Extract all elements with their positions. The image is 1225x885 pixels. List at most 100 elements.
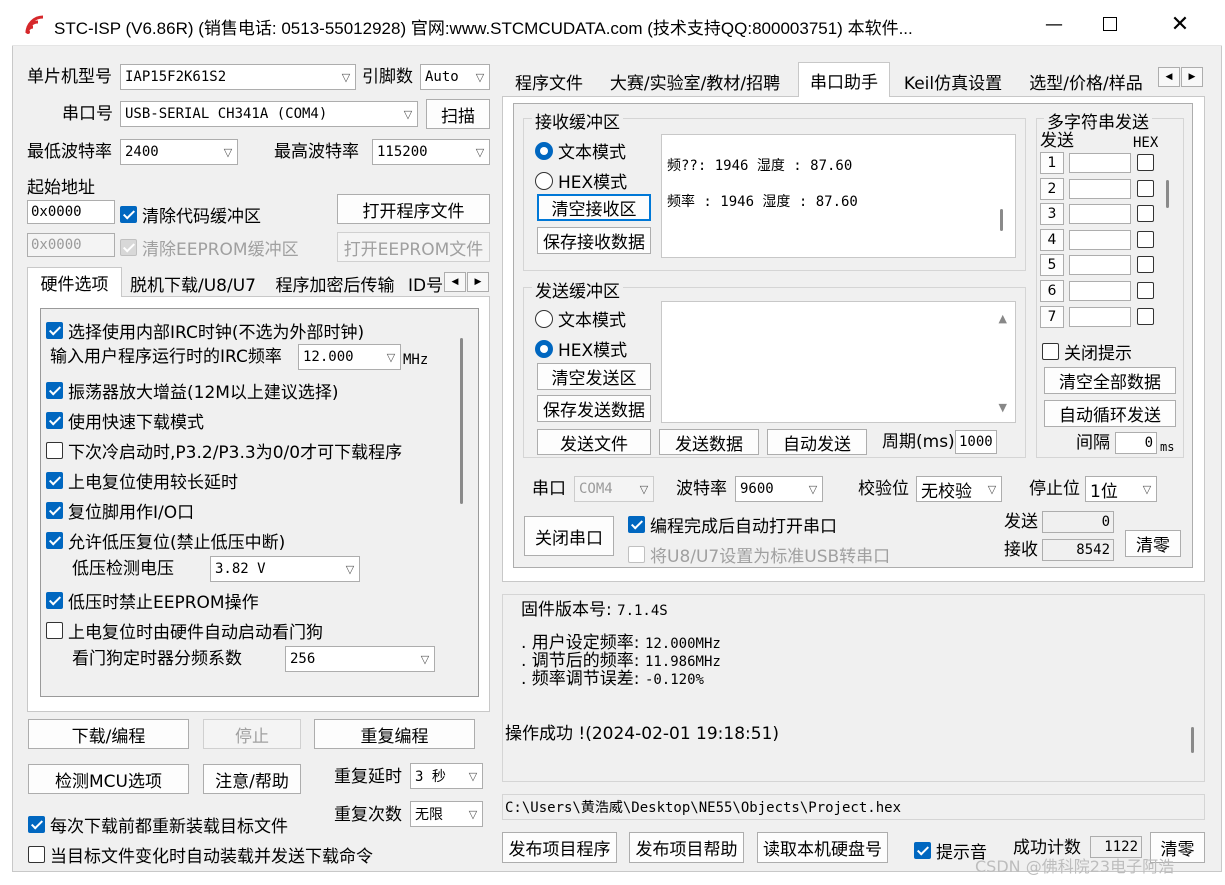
multi-send-row-6-input[interactable]: [1069, 281, 1131, 301]
receive-textarea[interactable]: 频??: 1946 湿度 : 87.60 频率 : 1946 湿度 : 87.6…: [661, 134, 1016, 258]
multi-send-row-6-button[interactable]: 6: [1040, 280, 1064, 302]
multi-send-row-7-input[interactable]: [1069, 306, 1131, 327]
multi-send-row-5-hex-checkbox[interactable]: [1137, 256, 1159, 274]
interval-input[interactable]: 0: [1115, 432, 1157, 454]
recv-hex-mode-radio[interactable]: HEX模式: [535, 168, 627, 193]
tab-hardware-options[interactable]: 硬件选项: [27, 267, 122, 297]
publish-program-button[interactable]: 发布项目程序: [502, 832, 617, 863]
minimize-button[interactable]: —: [1026, 2, 1082, 46]
multi-send-row-7-hex-checkbox[interactable]: [1137, 307, 1159, 325]
tab-serial-assistant[interactable]: 串口助手: [798, 62, 890, 97]
reset-pin-io-checkbox[interactable]: 复位脚用作I/O口: [46, 498, 194, 523]
clear-counters-button[interactable]: 清零: [1125, 530, 1181, 557]
low-voltage-reset-checkbox[interactable]: 允许低压复位(禁止低压中断): [46, 528, 285, 553]
download-program-button[interactable]: 下载/编程: [28, 719, 189, 749]
detect-mcu-button[interactable]: 检测MCU选项: [28, 764, 189, 794]
long-reset-delay-checkbox[interactable]: 上电复位使用较长延时: [46, 468, 238, 493]
close-window-button[interactable]: ✕: [1152, 2, 1208, 46]
publish-help-button[interactable]: 发布项目帮助: [629, 832, 744, 863]
send-text-mode-radio[interactable]: 文本模式: [535, 306, 626, 331]
min-baud-select[interactable]: 2400 ▽: [120, 139, 238, 165]
auto-reload-checkbox[interactable]: 当目标文件变化时自动装载并发送下载命令: [28, 842, 373, 867]
tab-selection-price[interactable]: 选型/价格/样品: [1016, 66, 1156, 96]
lv-disable-eeprom-checkbox[interactable]: 低压时禁止EEPROM操作: [46, 588, 259, 613]
clear-receive-button[interactable]: 清空接收区: [537, 194, 651, 221]
lv-detect-select[interactable]: 3.82 V ▽: [210, 556, 360, 582]
multi-send-row-4-hex-checkbox[interactable]: [1137, 230, 1159, 248]
tab-keil-sim[interactable]: Keil仿真设置: [894, 66, 1012, 96]
tab-scroll-right-icon[interactable]: ▶: [1181, 67, 1203, 87]
receive-scrollbar[interactable]: [1000, 209, 1003, 231]
help-button[interactable]: 注意/帮助: [203, 764, 301, 794]
irc-freq-select[interactable]: 12.000 ▽: [298, 344, 401, 370]
multi-send-row-3-hex-checkbox[interactable]: [1137, 205, 1159, 223]
reload-before-download-checkbox[interactable]: 每次下载前都重新装载目标文件: [28, 812, 288, 837]
internal-irc-checkbox[interactable]: 选择使用内部IRC时钟(不选为外部时钟): [46, 318, 364, 343]
wdt-prescaler-select[interactable]: 256 ▽: [285, 646, 435, 672]
maximize-button[interactable]: [1082, 2, 1138, 46]
open-program-file-button[interactable]: 打开程序文件: [337, 194, 490, 224]
auto-send-button[interactable]: 自动发送: [767, 429, 867, 455]
multi-send-row-2-button[interactable]: 2: [1040, 177, 1064, 200]
multi-send-row-2-hex-checkbox[interactable]: [1137, 179, 1159, 197]
recv-text-mode-radio[interactable]: 文本模式: [535, 138, 626, 163]
multi-send-row-1-input[interactable]: [1069, 153, 1131, 173]
close-tip-checkbox[interactable]: 关闭提示: [1042, 339, 1132, 364]
multi-send-row-2-input[interactable]: [1069, 178, 1131, 199]
save-send-button[interactable]: 保存发送数据: [537, 395, 651, 422]
tab-encrypt-transfer[interactable]: 程序加密后传输: [266, 268, 404, 298]
tab-scroll-right-icon[interactable]: ▶: [467, 272, 489, 292]
clear-eeprom-checkbox[interactable]: 清除EEPROM缓冲区: [120, 235, 299, 260]
multi-send-row-5-input[interactable]: [1069, 255, 1131, 276]
port-select[interactable]: USB-SERIAL CH341A (COM4) ▽: [120, 101, 418, 127]
scroll-down-icon[interactable]: ▼: [999, 401, 1007, 414]
auto-loop-send-button[interactable]: 自动循环发送: [1044, 400, 1176, 427]
period-input[interactable]: 1000: [955, 430, 997, 454]
parity-select[interactable]: 无校验 ▽: [916, 476, 1002, 502]
multi-send-row-4-input[interactable]: [1069, 229, 1131, 250]
send-hex-mode-radio[interactable]: HEX模式: [535, 336, 627, 361]
multi-string-scrollbar[interactable]: [1166, 180, 1169, 208]
mcu-type-select[interactable]: IAP15F2K61S2 ▽: [120, 64, 356, 90]
osc-gain-checkbox[interactable]: 振荡器放大增益(12M以上建议选择): [46, 378, 339, 403]
tab-scroll-left-icon[interactable]: ◀: [444, 272, 466, 292]
send-file-button[interactable]: 发送文件: [537, 429, 651, 455]
multi-send-row-3-input[interactable]: [1069, 204, 1131, 225]
watchdog-auto-checkbox[interactable]: 上电复位时由硬件自动启动看门狗: [46, 618, 323, 643]
serial-port-select[interactable]: COM4 ▽: [574, 476, 654, 502]
scroll-up-icon[interactable]: ▲: [999, 312, 1007, 325]
stop-bits-select[interactable]: 1位 ▽: [1085, 476, 1157, 502]
pins-select[interactable]: Auto ▽: [420, 64, 490, 90]
max-baud-select[interactable]: 115200 ▽: [372, 139, 490, 165]
multi-send-row-1-hex-checkbox[interactable]: [1137, 154, 1159, 171]
multi-send-row-3-button[interactable]: 3: [1040, 203, 1064, 226]
tab-scroll-left-icon[interactable]: ◀: [1158, 67, 1180, 87]
repeat-delay-select[interactable]: 3 秒 ▽: [410, 763, 483, 789]
tab-id-number[interactable]: ID号: [408, 268, 442, 298]
multi-send-row-7-button[interactable]: 7: [1040, 305, 1064, 328]
cold-start-checkbox[interactable]: 下次冷启动时,P3.2/P3.3为0/0才可下载程序: [46, 438, 402, 463]
send-data-button[interactable]: 发送数据: [659, 429, 759, 455]
multi-send-row-1-button[interactable]: 1: [1040, 152, 1064, 174]
close-serial-port-button[interactable]: 关闭串口: [524, 516, 614, 556]
read-disk-id-button[interactable]: 读取本机硬盘号: [757, 832, 888, 863]
repeat-program-button[interactable]: 重复编程: [314, 719, 475, 749]
repeat-count-select[interactable]: 无限 ▽: [410, 801, 483, 827]
clear-code-checkbox[interactable]: 清除代码缓冲区: [120, 202, 261, 227]
send-textarea[interactable]: ▲ ▼: [661, 301, 1016, 423]
multi-send-row-5-button[interactable]: 5: [1040, 254, 1064, 277]
fast-download-checkbox[interactable]: 使用快速下载模式: [46, 408, 204, 433]
stop-button[interactable]: 停止: [203, 719, 301, 749]
clear-send-button[interactable]: 清空发送区: [537, 363, 651, 390]
eeprom-address-input[interactable]: 0x0000: [27, 233, 115, 257]
tab-competition-lab[interactable]: 大赛/实验室/教材/招聘: [596, 66, 794, 96]
log-scrollbar[interactable]: [1191, 727, 1194, 753]
baud-rate-select[interactable]: 9600 ▽: [735, 476, 823, 502]
code-address-input[interactable]: 0x0000: [27, 200, 115, 224]
hw-options-scrollbar[interactable]: [460, 338, 463, 504]
scan-button[interactable]: 扫描: [426, 99, 490, 129]
open-eeprom-file-button[interactable]: 打开EEPROM文件: [337, 232, 490, 262]
multi-send-row-4-button[interactable]: 4: [1040, 228, 1064, 251]
auto-open-port-checkbox[interactable]: 编程完成后自动打开串口: [628, 512, 837, 537]
save-receive-button[interactable]: 保存接收数据: [537, 227, 651, 254]
